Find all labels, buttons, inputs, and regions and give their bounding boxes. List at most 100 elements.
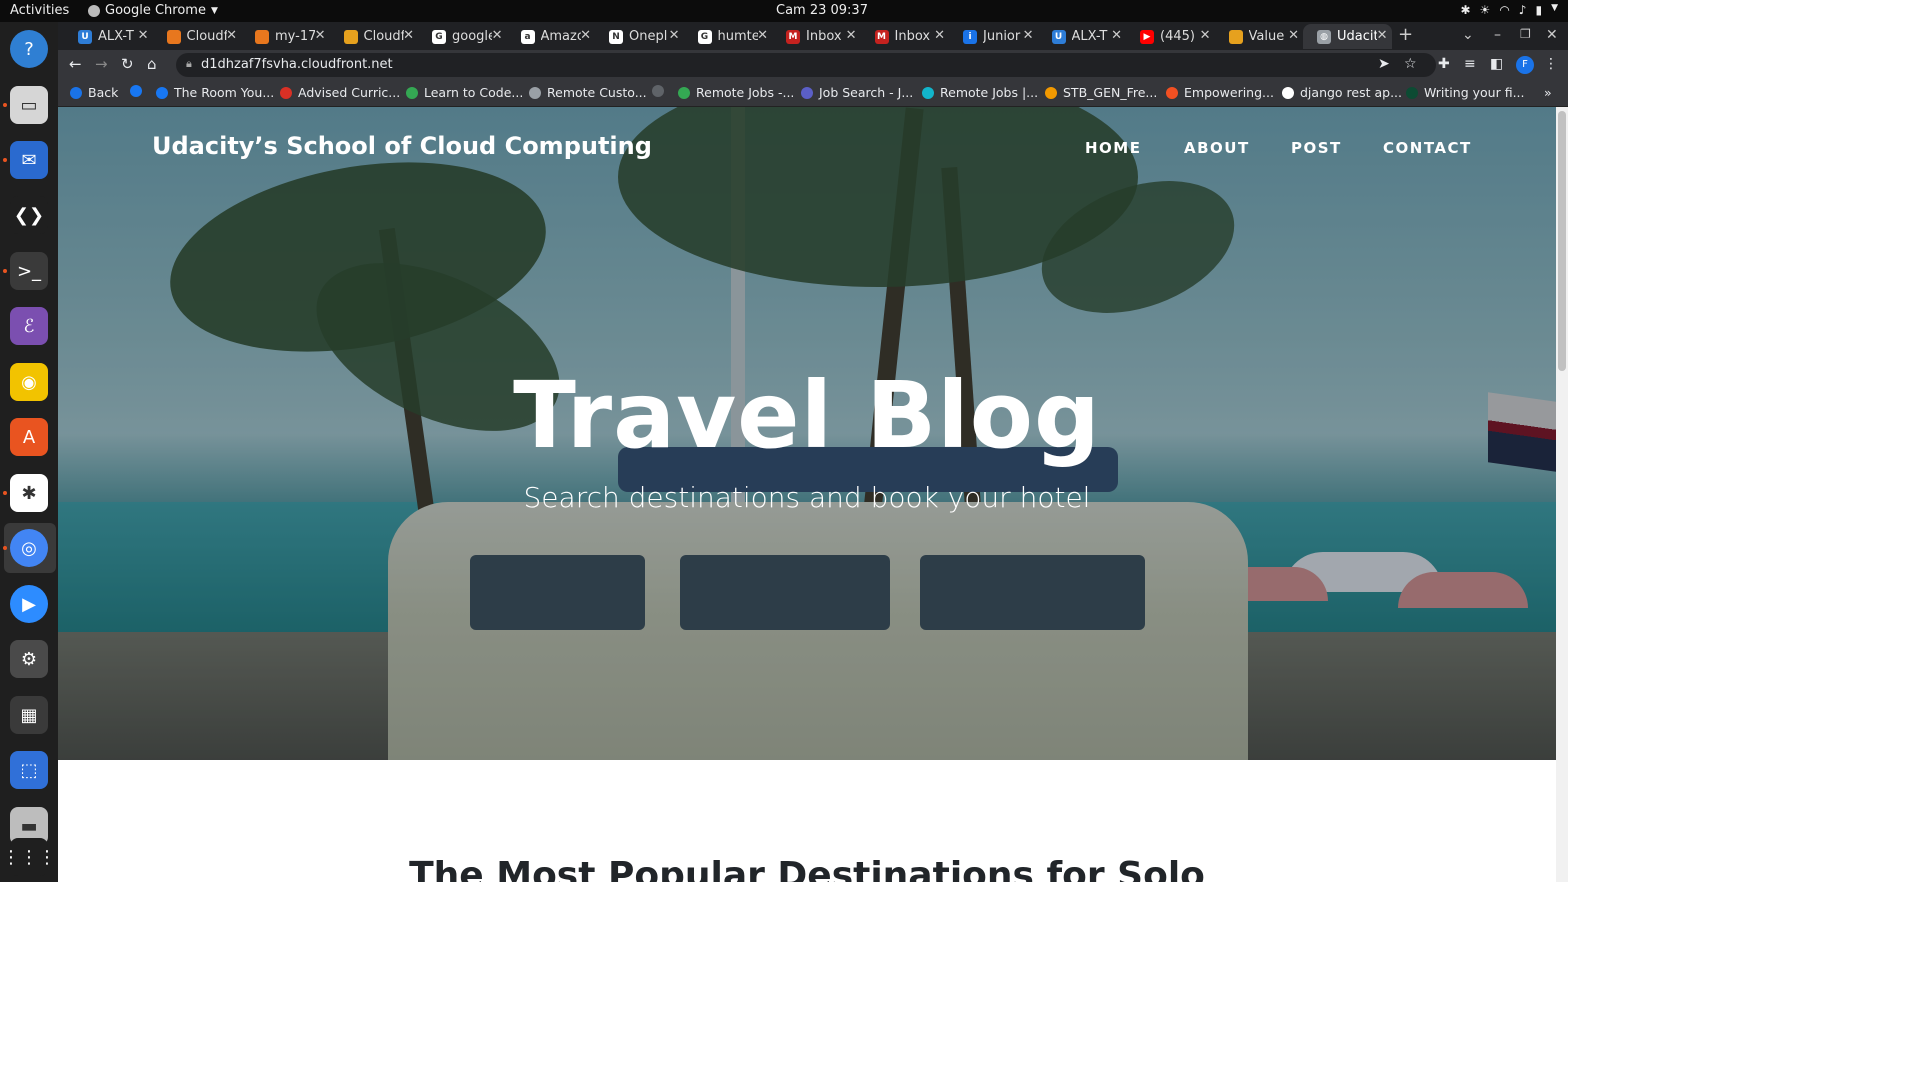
system-menu-caret-icon[interactable]: ▼ xyxy=(1551,3,1558,17)
bookmark-item[interactable] xyxy=(130,85,148,97)
app-grid-icon[interactable]: ⋮⋮⋮ xyxy=(2,838,56,876)
bookmark-item[interactable]: Writing your fi... xyxy=(1406,85,1525,100)
vscode-icon[interactable]: ❮❯ xyxy=(10,196,48,234)
browser-tab[interactable]: M Inbox ✕ xyxy=(861,24,950,49)
calendar-icon[interactable]: ▦ xyxy=(10,696,48,734)
more-bookmarks-icon[interactable]: » xyxy=(1544,85,1552,100)
tab-close-icon[interactable]: ✕ xyxy=(315,28,326,43)
bookmark-item[interactable]: The Room You... xyxy=(156,85,274,100)
bookmark-item[interactable]: Job Search - J... xyxy=(801,85,913,100)
rhythmbox-icon[interactable]: ◉ xyxy=(10,363,48,401)
bookmark-item[interactable]: Remote Jobs -... xyxy=(678,85,794,100)
tab-close-icon[interactable]: ✕ xyxy=(1288,28,1299,43)
terminal-icon[interactable]: >_ xyxy=(10,252,48,290)
bookmark-item[interactable]: django rest ap... xyxy=(1282,85,1402,100)
browser-tab[interactable]: M Inbox ✕ xyxy=(772,24,861,49)
browser-tab[interactable]: a Amazo ✕ xyxy=(507,24,596,49)
browser-tab[interactable]: Cloudf ✕ xyxy=(330,24,419,49)
app-menu[interactable]: Google Chrome ▼ xyxy=(88,3,218,18)
tab-close-icon[interactable]: ✕ xyxy=(226,28,237,43)
tab-close-icon[interactable]: ✕ xyxy=(580,28,591,43)
bookmark-star-icon[interactable]: ☆ xyxy=(1404,56,1417,72)
bookmark-item[interactable]: Empowering... xyxy=(1166,85,1274,100)
site-brand[interactable]: Udacity’s School of Cloud Computing xyxy=(152,132,652,160)
tab-close-icon[interactable]: ✕ xyxy=(757,28,768,43)
browser-tab[interactable]: ▶ (445) F✕ xyxy=(1126,24,1215,49)
browser-tab[interactable]: U ALX-T ✕ xyxy=(1038,24,1127,49)
close-window-icon[interactable]: ✕ xyxy=(1546,27,1558,43)
tab-close-icon[interactable]: ✕ xyxy=(1023,28,1034,43)
tab-title: ALX-T xyxy=(1071,29,1108,44)
screenshot-icon[interactable]: ⬚ xyxy=(10,751,48,789)
home-icon[interactable]: ⌂ xyxy=(147,55,157,73)
slack-tray-icon[interactable]: ✱ xyxy=(1460,3,1470,17)
forward-arrow-icon[interactable]: → xyxy=(95,55,108,73)
profile-avatar[interactable]: F xyxy=(1516,56,1534,74)
bookmark-item[interactable] xyxy=(652,85,670,97)
software-center-icon[interactable]: A xyxy=(10,418,48,456)
bookmark-label: Empowering... xyxy=(1184,85,1274,100)
new-tab-icon[interactable]: + xyxy=(1398,24,1413,45)
bookmark-label: Learn to Code... xyxy=(424,85,524,100)
reading-list-icon[interactable]: ≡ xyxy=(1464,56,1476,72)
tab-close-icon[interactable]: ✕ xyxy=(1111,28,1122,43)
tab-search-icon[interactable]: ⌄ xyxy=(1462,27,1474,43)
browser-tab[interactable]: Cloudf ✕ xyxy=(153,24,242,49)
scrollbar-thumb[interactable] xyxy=(1558,111,1566,371)
tab-close-icon[interactable]: ✕ xyxy=(669,28,680,43)
lock-icon[interactable]: 🔒︎ xyxy=(186,57,192,71)
thunderbird-icon[interactable]: ✉ xyxy=(10,141,48,179)
tab-close-icon[interactable]: ✕ xyxy=(934,28,945,43)
bookmark-item[interactable]: Learn to Code... xyxy=(406,85,523,100)
browser-tab[interactable]: ◍ Udacit ✕ xyxy=(1303,24,1392,49)
tab-close-icon[interactable]: ✕ xyxy=(846,28,857,43)
bookmark-item[interactable]: Back xyxy=(70,85,118,100)
address-bar[interactable]: 🔒︎ d1dhzaf7fsvha.cloudfront.net xyxy=(176,53,1436,77)
back-arrow-icon[interactable]: ← xyxy=(69,55,82,73)
clock[interactable]: Cam 23 09:37 xyxy=(776,3,868,18)
emacs-icon[interactable]: ℰ xyxy=(10,307,48,345)
tab-favicon-icon: G xyxy=(432,29,446,44)
tab-title: google xyxy=(452,29,492,44)
nav-post[interactable]: POST xyxy=(1291,139,1342,157)
browser-tab[interactable]: my-17 ✕ xyxy=(241,24,330,49)
browser-tab[interactable]: U ALX-T ✕ xyxy=(64,24,153,49)
chrome-menu-icon[interactable]: ⋮ xyxy=(1544,56,1558,72)
extensions-icon[interactable]: ✚ xyxy=(1438,56,1450,72)
browser-tab[interactable]: Ghumte ✕ xyxy=(684,24,773,49)
bookmark-label: Writing your fi... xyxy=(1424,85,1525,100)
restore-icon[interactable]: ❐ xyxy=(1520,27,1531,41)
browser-tab[interactable]: i Junior ✕ xyxy=(949,24,1038,49)
chrome-icon[interactable]: ◎ xyxy=(10,529,48,567)
minimize-icon[interactable]: – xyxy=(1494,27,1501,43)
bookmark-item[interactable]: Advised Curric... xyxy=(280,85,400,100)
page-scrollbar[interactable] xyxy=(1556,107,1568,882)
tab-close-icon[interactable]: ✕ xyxy=(1377,28,1388,43)
help-icon[interactable]: ? xyxy=(10,30,48,68)
tab-close-icon[interactable]: ✕ xyxy=(138,28,149,43)
browser-tab[interactable]: Value ✕ xyxy=(1215,24,1304,49)
nav-about[interactable]: ABOUT xyxy=(1184,139,1250,157)
files-icon[interactable]: ▭ xyxy=(10,86,48,124)
zoom-icon[interactable]: ▶ xyxy=(10,585,48,623)
system-tray[interactable]: ✱ ☀ ◠ ♪ ▮ ▼ xyxy=(1460,3,1558,17)
bookmark-item[interactable]: Remote Custo... xyxy=(529,85,647,100)
activities-button[interactable]: Activities xyxy=(10,3,69,18)
send-tab-icon[interactable]: ➤ xyxy=(1378,56,1390,72)
tab-close-icon[interactable]: ✕ xyxy=(492,28,503,43)
reload-icon[interactable]: ↻ xyxy=(121,55,134,73)
settings-icon[interactable]: ⚙ xyxy=(10,640,48,678)
bookmark-item[interactable]: Remote Jobs |... xyxy=(922,85,1038,100)
bookmark-item[interactable]: STB_GEN_Fre... xyxy=(1045,85,1157,100)
bookmark-favicon-icon xyxy=(70,86,82,99)
tab-close-icon[interactable]: ✕ xyxy=(403,28,414,43)
bookmark-favicon-icon xyxy=(280,86,292,99)
side-panel-icon[interactable]: ◧ xyxy=(1490,56,1503,72)
tab-close-icon[interactable]: ✕ xyxy=(1200,28,1211,43)
browser-tab[interactable]: Ggoogle ✕ xyxy=(418,24,507,49)
browser-tab[interactable]: N Onepl ✕ xyxy=(595,24,684,49)
nav-contact[interactable]: CONTACT xyxy=(1383,139,1472,157)
nav-home[interactable]: HOME xyxy=(1085,139,1141,157)
slack-icon[interactable]: ✱ xyxy=(10,474,48,512)
url-text: d1dhzaf7fsvha.cloudfront.net xyxy=(201,57,393,72)
